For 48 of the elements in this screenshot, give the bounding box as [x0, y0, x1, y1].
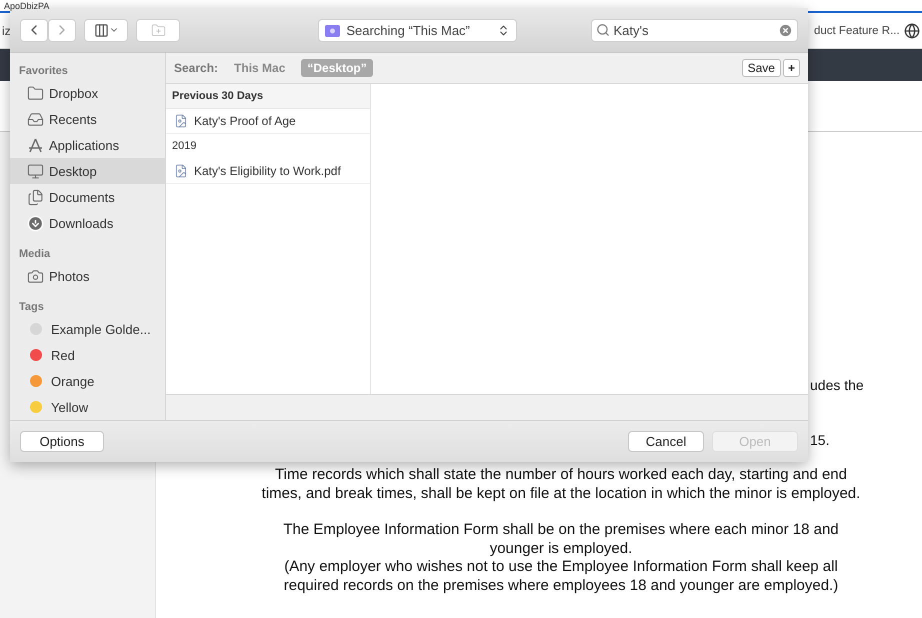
globe-icon[interactable] — [904, 22, 920, 38]
sidebar-heading: Tags — [18, 300, 45, 315]
monitor-icon — [27, 162, 44, 180]
search-field[interactable]: Katy's — [590, 18, 798, 42]
folder-plus-icon — [150, 22, 166, 38]
document-icon — [174, 114, 188, 128]
body-paragraph: Time records which shall state the number of hours worked each day, starting and end times, and break times, shall be kept on file at the location in which the minor is employed. — [260, 466, 862, 503]
view-button[interactable] — [84, 18, 128, 42]
page-title: ApoDbizPA — [4, 1, 50, 11]
sidebar-item[interactable]: Documents — [10, 184, 165, 210]
sidebar-item[interactable]: Applications — [10, 132, 165, 158]
sidebar-item[interactable]: Dropbox — [10, 80, 165, 106]
options-button[interactable]: Options — [20, 431, 104, 452]
body-text: udes the — [810, 377, 865, 393]
camera-icon — [27, 268, 44, 284]
body-paragraph: The Employee Information Form shall be on the premises where each minor 18 and younger is employed. — [282, 521, 840, 558]
search-icon — [596, 23, 610, 37]
sidebar-item[interactable]: Downloads — [10, 210, 165, 236]
sidebar-item[interactable]: Orange — [10, 368, 165, 394]
group-heading: Previous 30 Days — [166, 84, 370, 109]
documents-icon — [27, 188, 44, 206]
sidebar-item[interactable]: Photos — [10, 263, 165, 289]
sidebar-heading: Media — [18, 247, 52, 262]
search-label: Search: — [174, 61, 218, 75]
cancel-button[interactable]: Cancel — [628, 431, 704, 452]
sidebar-item[interactable]: Red — [10, 342, 165, 368]
tray-icon — [27, 110, 44, 128]
sidebar-item[interactable]: Recents — [10, 106, 165, 132]
save-button[interactable]: Save — [742, 59, 781, 77]
tab-title[interactable]: duct Feature R... — [814, 24, 900, 36]
download-icon — [27, 214, 44, 232]
sidebar-heading: Favorites — [18, 64, 69, 79]
tab-title[interactable]: iz — [2, 24, 11, 38]
forward-button[interactable] — [48, 18, 76, 42]
document-icon — [174, 164, 188, 178]
smart-folder-icon — [325, 24, 340, 36]
back-button[interactable] — [20, 18, 48, 42]
add-button[interactable]: + — [782, 59, 800, 77]
folder-icon — [27, 84, 44, 102]
clear-icon[interactable] — [778, 22, 793, 38]
columns-icon — [94, 22, 109, 38]
sidebar-item[interactable]: Yellow — [10, 394, 165, 420]
file-row[interactable]: Katy's Eligibility to Work.pdf — [166, 159, 370, 184]
sidebar-item[interactable]: Desktop — [10, 158, 165, 184]
location-popup[interactable]: Searching “This Mac” — [318, 18, 517, 42]
body-text: 15. — [810, 432, 830, 448]
body-paragraph: (Any employer who wishes not to use the Employee Information Form shall keep all required records on the premises where employees 18 and younger are employed.) — [282, 558, 840, 595]
sidebar-item[interactable]: Example Golde... — [10, 316, 165, 342]
